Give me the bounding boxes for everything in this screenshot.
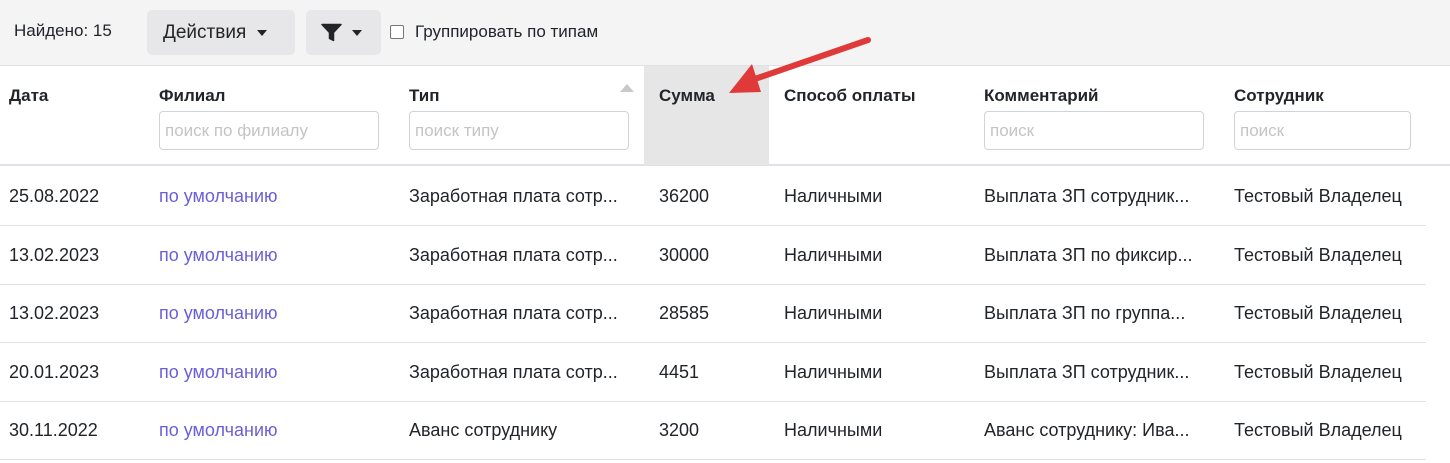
table-row[interactable]: 20.01.2023 по умолчанию Заработная плата… [0,343,1426,402]
cell-type: Заработная плата сотр... [409,245,618,265]
column-label: Дата [9,86,49,105]
cell-employee: Тестовый Владелец [1234,245,1402,265]
cell-comment: Выплата ЗП сотрудник... [984,362,1190,382]
cell-date: 30.11.2022 [9,420,98,440]
cell-comment: Выплата ЗП сотрудник... [984,186,1190,206]
actions-dropdown-button[interactable]: Действия [147,10,295,55]
caret-down-icon [257,29,268,36]
sort-up-icon[interactable] [620,84,634,92]
branch-search-input[interactable] [159,111,379,150]
column-header-amount[interactable]: Сумма [644,66,769,165]
funnel-icon [321,23,342,42]
column-label: Способ оплаты [784,86,916,105]
cell-comment: Аванс сотруднику: Ива... [984,420,1190,440]
cell-comment: Выплата ЗП по группа... [984,303,1186,323]
table-row[interactable]: 13.02.2023 по умолчанию Заработная плата… [0,226,1426,285]
group-by-types-label: Группировать по типам [415,22,599,41]
caret-down-icon [352,29,362,36]
cell-type: Заработная плата сотр... [409,186,618,206]
cell-payment-method: Наличными [784,186,883,206]
type-search-input[interactable] [409,111,629,150]
cell-amount: 30000 [659,245,710,265]
cell-date: 13.02.2023 [9,245,100,265]
cell-branch-link[interactable]: по умолчанию [159,284,278,342]
column-label: Сумма [659,86,715,105]
cell-branch-link[interactable]: по умолчанию [159,343,278,401]
cell-payment-method: Наличными [784,303,883,323]
table-header: Дата Филиал Тип Сумма Способ оплаты Комм… [0,66,1450,166]
table-row[interactable]: 13.02.2023 по умолчанию Заработная плата… [0,284,1426,343]
group-by-types-toggle[interactable]: Группировать по типам [390,22,598,42]
cell-payment-method: Наличными [784,245,883,265]
cell-branch-link[interactable]: по умолчанию [159,401,278,459]
table-row[interactable]: 30.11.2022 по умолчанию Аванс сотруднику… [0,401,1426,460]
actions-label: Действия [163,21,247,43]
cell-type: Заработная плата сотр... [409,303,618,323]
cell-date: 20.01.2023 [9,362,100,382]
column-label: Тип [409,86,440,105]
column-label: Комментарий [984,86,1099,105]
filter-dropdown-button[interactable] [306,10,381,55]
column-header-date[interactable]: Дата [9,66,149,165]
toolbar: Найдено: 15 Действия Группировать по тип… [0,0,1450,66]
column-label: Сотрудник [1234,86,1324,105]
table-row[interactable]: 25.08.2022 по умолчанию Заработная плата… [0,167,1426,226]
cell-type: Заработная плата сотр... [409,362,618,382]
cell-employee: Тестовый Владелец [1234,362,1402,382]
cell-date: 13.02.2023 [9,303,100,323]
cell-payment-method: Наличными [784,420,883,440]
cell-branch-link[interactable]: по умолчанию [159,226,278,284]
cell-amount: 28585 [659,303,710,323]
cell-amount: 36200 [659,186,710,206]
cell-amount: 3200 [659,420,700,440]
found-count: Найдено: 15 [14,21,112,40]
cell-comment: Выплата ЗП по фиксир... [984,245,1193,265]
cell-branch-link[interactable]: по умолчанию [159,167,278,225]
comment-search-input[interactable] [984,111,1204,150]
cell-employee: Тестовый Владелец [1234,186,1402,206]
column-label: Филиал [159,86,226,105]
cell-type: Аванс сотруднику [409,420,558,440]
group-by-types-checkbox[interactable] [390,25,404,39]
cell-employee: Тестовый Владелец [1234,303,1402,323]
employee-search-input[interactable] [1234,111,1411,150]
cell-date: 25.08.2022 [9,186,100,206]
column-header-payment-method[interactable]: Способ оплаты [784,66,974,165]
cell-amount: 4451 [659,362,700,382]
cell-payment-method: Наличными [784,362,883,382]
cell-employee: Тестовый Владелец [1234,420,1402,440]
